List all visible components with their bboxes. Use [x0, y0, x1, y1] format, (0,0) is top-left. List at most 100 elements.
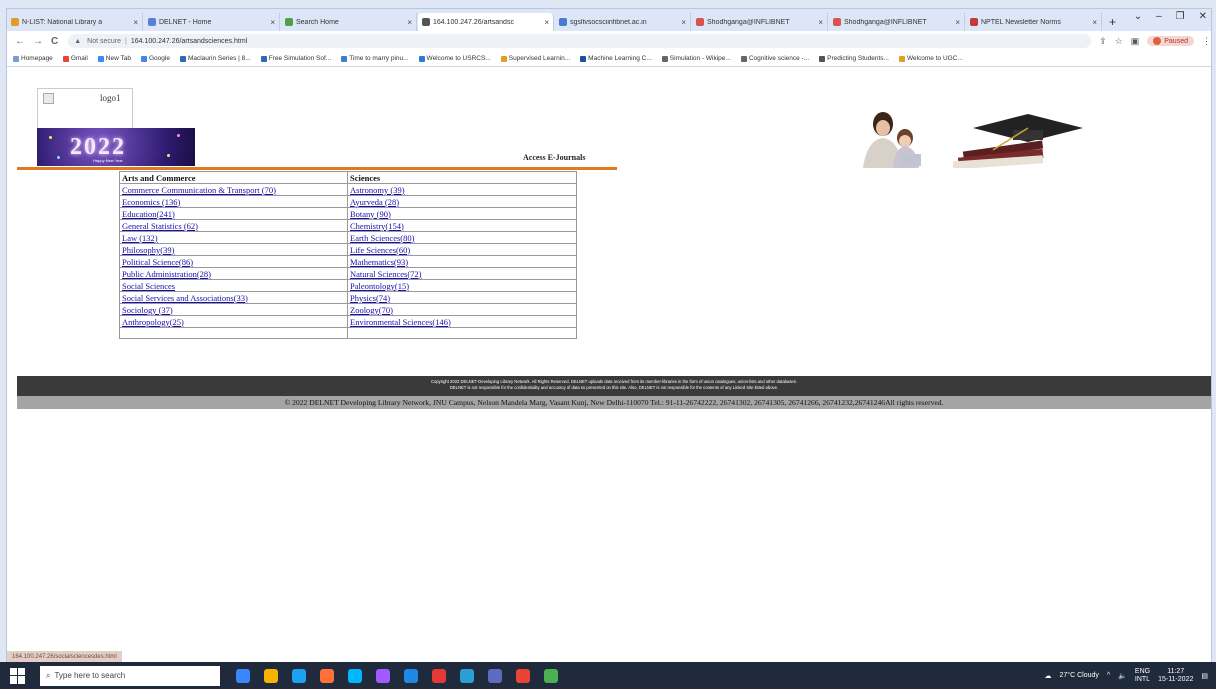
- arts-subject-link[interactable]: Social Sciences: [122, 281, 175, 291]
- start-button[interactable]: [10, 667, 26, 684]
- profile-button[interactable]: Paused: [1147, 36, 1194, 46]
- arts-subject-link[interactable]: Commerce Communication & Transport (70): [122, 185, 276, 195]
- arts-subject-link[interactable]: Public Administration(28): [122, 269, 211, 279]
- science-subject-link[interactable]: Environmental Sciences(146): [350, 317, 451, 327]
- url-text[interactable]: 164.100.247.26/artsandsciences.html: [131, 38, 247, 45]
- taskbar-app-icon[interactable]: [544, 668, 558, 683]
- taskbar-app-icon[interactable]: [488, 668, 502, 683]
- share-icon[interactable]: ⇪: [1099, 36, 1107, 47]
- tab-close-icon[interactable]: ×: [1088, 18, 1097, 27]
- bookmark-item[interactable]: Homepage: [13, 55, 53, 62]
- arts-subject-link[interactable]: Philosophy(39): [122, 245, 174, 255]
- tab-5[interactable]: Shodhganga@INFLIBNET ×: [692, 13, 828, 31]
- taskbar-app-icon[interactable]: [404, 668, 418, 683]
- arts-subject-link[interactable]: Law (132): [122, 233, 158, 243]
- bookmark-item[interactable]: Simulation - Wikipe...: [661, 55, 731, 62]
- table-cell: Ayurveda (28): [347, 195, 577, 208]
- bookmark-item[interactable]: Predicting Students...: [819, 55, 889, 62]
- science-subject-link[interactable]: Life Sciences(60): [350, 245, 410, 255]
- bookmark-item[interactable]: Maclaurin Series | 8...: [179, 55, 251, 62]
- tab-close-icon[interactable]: ×: [540, 18, 549, 27]
- bookmark-item[interactable]: Google: [140, 55, 170, 62]
- tab-0[interactable]: N-LIST: National Library a ×: [7, 13, 143, 31]
- tab-1[interactable]: DELNET - Home ×: [144, 13, 280, 31]
- address-bar[interactable]: ▲ Not secure | 164.100.247.26/artsandsci…: [68, 34, 1092, 48]
- security-label[interactable]: Not secure: [87, 38, 121, 45]
- taskbar-app-icon[interactable]: [236, 668, 250, 683]
- science-subject-link[interactable]: Earth Sciences(80): [350, 233, 414, 243]
- taskbar-app-icon[interactable]: [264, 668, 278, 683]
- taskbar-app-icon[interactable]: [376, 668, 390, 683]
- science-subject-link[interactable]: Paleontology(15): [350, 281, 409, 291]
- science-subject-link[interactable]: Astronomy (39): [350, 185, 405, 195]
- bookmark-item[interactable]: Welcome to USRCS...: [418, 55, 491, 62]
- arts-subject-link[interactable]: General Statistics (62): [122, 221, 198, 231]
- tab-3[interactable]: 164.100.247.26/artsandsc ×: [418, 13, 554, 31]
- bookmark-label: Welcome to USRCS...: [426, 55, 491, 62]
- bookmark-item[interactable]: Free Simulation Sof...: [260, 55, 331, 62]
- tab-close-icon[interactable]: ×: [403, 18, 412, 27]
- science-subject-link[interactable]: Zoology(70): [350, 305, 393, 315]
- volume-icon[interactable]: 🔈: [1118, 672, 1127, 680]
- table-row: Commerce Communication & Transport (70) A…: [119, 183, 577, 196]
- arts-subject-link[interactable]: Education(241): [122, 209, 175, 219]
- tray-overflow-icon[interactable]: ^: [1107, 672, 1110, 679]
- science-subject-link[interactable]: Chemistry(154): [350, 221, 404, 231]
- tab-6[interactable]: Shodhganga@INFLIBNET ×: [829, 13, 965, 31]
- tab-close-icon[interactable]: ×: [814, 18, 823, 27]
- reload-button[interactable]: C: [51, 36, 58, 47]
- arts-subject-link[interactable]: Social Services and Associations(33): [122, 293, 248, 303]
- bookmark-item[interactable]: New Tab: [97, 55, 131, 62]
- tab-search-icon[interactable]: ⌄: [1134, 11, 1142, 22]
- science-subject-link[interactable]: Botany (90): [350, 209, 391, 219]
- taskbar-app-icon[interactable]: [516, 668, 530, 683]
- sidepanel-icon[interactable]: ▣: [1131, 36, 1140, 47]
- table-cell: Paleontology(15): [347, 279, 577, 292]
- taskbar-app-icon[interactable]: [432, 668, 446, 683]
- table-row-empty: [119, 327, 577, 339]
- science-subject-link[interactable]: Mathematics(93): [350, 257, 408, 267]
- taskbar-app-icon[interactable]: [320, 668, 334, 683]
- close-window-button[interactable]: ✕: [1199, 11, 1207, 22]
- menu-icon[interactable]: ⋮: [1202, 36, 1211, 47]
- taskbar-app-icon[interactable]: [292, 668, 306, 683]
- bookmark-item[interactable]: Cognitive science -...: [740, 55, 809, 62]
- taskbar-search[interactable]: ⌕ Type here to search: [40, 665, 220, 686]
- bookmark-item[interactable]: Supervised Learnin...: [500, 55, 570, 62]
- tab-close-icon[interactable]: ×: [129, 18, 138, 27]
- bookmarks-bar: Homepage Gmail New Tab Google Maclaurin Seri…: [7, 51, 1211, 67]
- tab-close-icon[interactable]: ×: [266, 18, 275, 27]
- weather-text[interactable]: 27°C Cloudy: [1060, 672, 1099, 679]
- arts-subject-link[interactable]: Political Science(86): [122, 257, 193, 267]
- taskbar-app-icon[interactable]: [460, 668, 474, 683]
- science-subject-link[interactable]: Natural Sciences(72): [350, 269, 422, 279]
- table-row: Anthropology(25) Environmental Sciences(1…: [119, 315, 577, 328]
- tab-4[interactable]: sgsltvsocsciinfibnet.ac.in ×: [555, 13, 691, 31]
- arts-subject-link[interactable]: Sociology (37): [122, 305, 173, 315]
- clock[interactable]: 11:27 15-11-2022: [1158, 668, 1193, 684]
- bookmark-item[interactable]: Gmail: [62, 55, 88, 62]
- bookmark-item[interactable]: Time to marry pinu...: [341, 55, 409, 62]
- bookmark-favicon-icon: [819, 55, 826, 62]
- back-button[interactable]: ←: [15, 36, 25, 47]
- restore-button[interactable]: ❐: [1176, 11, 1185, 22]
- language-indicator[interactable]: ENG INTL: [1135, 668, 1150, 684]
- bookmark-item[interactable]: Welcome to UGC...: [898, 55, 963, 62]
- tab-7[interactable]: NPTEL Newsletter Norms ×: [966, 13, 1102, 31]
- tab-close-icon[interactable]: ×: [677, 18, 686, 27]
- science-subject-link[interactable]: Ayurveda (28): [350, 197, 399, 207]
- weather-icon[interactable]: ☁: [1045, 672, 1052, 680]
- tab-2[interactable]: Search Home ×: [281, 13, 417, 31]
- arts-subject-link[interactable]: Economics (136): [122, 197, 180, 207]
- science-subject-link[interactable]: Physics(74): [350, 293, 390, 303]
- tab-close-icon[interactable]: ×: [951, 18, 960, 27]
- minimize-button[interactable]: –: [1156, 11, 1162, 22]
- taskbar-app-icon[interactable]: [348, 668, 362, 683]
- bookmark-item[interactable]: Machine Learning C...: [580, 55, 652, 62]
- warning-icon[interactable]: ▲: [74, 38, 81, 45]
- notifications-icon[interactable]: ▤: [1201, 672, 1208, 680]
- bookmark-star-icon[interactable]: ☆: [1115, 36, 1123, 47]
- forward-button[interactable]: →: [33, 36, 43, 47]
- new-tab-button[interactable]: +: [1103, 13, 1122, 31]
- arts-subject-link[interactable]: Anthropology(25): [122, 317, 184, 327]
